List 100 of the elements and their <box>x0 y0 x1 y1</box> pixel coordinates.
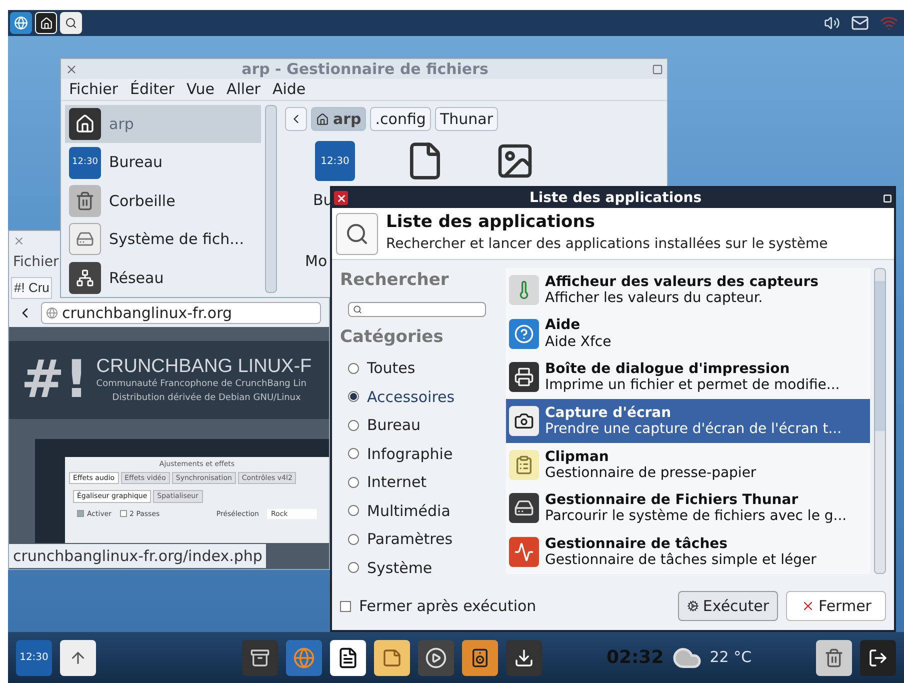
upload-icon[interactable] <box>60 640 96 676</box>
application-item[interactable]: Capture d'écran Prendre une capture d'écran de l'écran t... <box>506 399 870 443</box>
application-item[interactable]: Boîte de dialogue d'impression Imprime un fichier et permet de modifie... <box>506 355 870 400</box>
thermometer-icon <box>509 274 539 305</box>
sidebar-item[interactable]: Système de fich... <box>65 220 261 259</box>
menu-item[interactable]: Vue <box>186 78 214 101</box>
scrollbar[interactable] <box>265 105 277 293</box>
radio-button[interactable] <box>348 391 359 402</box>
document-icon[interactable] <box>330 640 366 676</box>
site-subline: Distribution dérivée de Debian GNU/Linux <box>111 392 302 405</box>
radio-button[interactable] <box>348 476 359 488</box>
path-button[interactable]: Thunar <box>434 107 498 131</box>
category-label[interactable]: Système <box>367 556 432 579</box>
section-label: Rechercher <box>340 269 450 292</box>
close-button[interactable]: Fermer <box>786 591 886 621</box>
home-icon[interactable] <box>35 12 57 34</box>
application-item[interactable]: Gestionnaire de Fichiers Thunar Parcourir le système de fichiers avec le g... <box>506 486 870 530</box>
home-icon <box>69 108 101 140</box>
category-label[interactable]: Accessoires <box>367 386 455 408</box>
scrollbar[interactable] <box>874 268 886 574</box>
sidebar-item[interactable]: Réseau <box>65 258 261 298</box>
fox-icon[interactable] <box>286 640 322 676</box>
menu-item[interactable]: Aller <box>226 78 260 101</box>
temperature: 22 °C <box>710 647 752 668</box>
search-icon[interactable] <box>60 12 82 34</box>
play-icon[interactable] <box>418 640 454 676</box>
status-text: crunchbanglinux-fr.org/index.php <box>9 544 266 568</box>
search-icon <box>353 304 362 314</box>
back-button[interactable] <box>285 107 307 131</box>
dialog-heading: Liste des applications <box>386 212 596 234</box>
section-label: Catégories <box>340 326 444 348</box>
close-icon[interactable] <box>65 62 78 76</box>
close-icon[interactable] <box>13 235 25 247</box>
category-label[interactable]: Infographie <box>367 442 453 465</box>
notes-icon[interactable] <box>374 640 410 676</box>
sidebar-item[interactable]: arp <box>65 105 261 144</box>
volume-icon[interactable] <box>824 15 840 31</box>
category-label[interactable]: Bureau <box>367 414 421 436</box>
mail-icon[interactable] <box>851 14 869 32</box>
help-icon <box>509 318 539 349</box>
home-icon <box>316 112 329 126</box>
category-label[interactable]: Toutes <box>367 357 416 380</box>
sidebar-item[interactable]: 12:30 Bureau <box>65 143 261 182</box>
gear-icon <box>686 600 699 612</box>
clipboard-icon <box>509 450 539 480</box>
network-icon <box>69 262 101 294</box>
trash-icon[interactable] <box>816 640 852 676</box>
clock-file-icon[interactable]: 12:30 <box>315 141 355 181</box>
dialog-subheading: Rechercher et lancer des applications installées sur le système <box>386 234 828 254</box>
file-label: Mo <box>304 250 328 272</box>
category-label[interactable]: Multimédia <box>367 500 450 522</box>
drive-icon <box>69 223 101 256</box>
radio-button[interactable] <box>348 562 359 574</box>
category-label[interactable]: Paramètres <box>367 528 453 550</box>
browser-tab[interactable]: #! Cru <box>11 277 52 299</box>
globe-icon[interactable] <box>10 12 32 34</box>
download-icon[interactable] <box>506 640 542 676</box>
menu-item[interactable]: Éditer <box>130 78 174 101</box>
checkbox-label[interactable]: Fermer après exécution <box>359 594 536 618</box>
menu-item[interactable]: Aide <box>272 78 306 101</box>
site-tagline: Communauté Francophone de CrunchBang Lin <box>96 378 308 392</box>
menu-item[interactable]: Fichier <box>13 252 59 272</box>
trash-icon <box>69 185 101 218</box>
logout-icon[interactable] <box>860 640 896 676</box>
application-item[interactable]: Clipman Gestionnaire de presse-papier <box>506 442 870 487</box>
camera-icon <box>509 406 539 436</box>
run-button[interactable]: Exécuter <box>678 591 778 621</box>
globe-icon <box>46 307 58 319</box>
clock-icon[interactable]: 12:30 <box>16 640 52 676</box>
drawer-icon[interactable] <box>242 640 278 676</box>
checkbox[interactable] <box>340 600 351 612</box>
drive-icon <box>509 493 539 524</box>
window-title: arp - Gestionnaire de fichiers <box>240 58 490 80</box>
embedded-checkbox[interactable] <box>77 510 84 518</box>
address-field[interactable]: crunchbanglinux-fr.org <box>41 302 321 324</box>
path-button[interactable]: arp <box>311 107 366 131</box>
close-icon <box>336 192 346 204</box>
category-label[interactable]: Internet <box>367 471 427 494</box>
embedded-checkbox[interactable] <box>120 510 127 518</box>
menu-item[interactable]: Fichier <box>69 78 118 101</box>
search-icon <box>336 212 378 254</box>
radio-button[interactable] <box>348 362 359 374</box>
close-button[interactable] <box>334 191 348 205</box>
radio-button[interactable] <box>348 505 359 516</box>
search-field[interactable] <box>348 302 486 316</box>
application-item[interactable]: Aide Aide Xfce <box>506 312 870 356</box>
window-title: Liste des applications <box>528 188 703 208</box>
clock-icon: 12:30 <box>69 146 101 179</box>
radio-button[interactable] <box>348 534 359 545</box>
radio-button[interactable] <box>348 420 359 431</box>
path-button[interactable]: .config <box>370 107 431 131</box>
application-item[interactable]: Afficheur des valeurs des capteurs Afficher les valeurs du capteur. <box>506 268 870 312</box>
sidebar-item[interactable]: Corbeille <box>65 182 261 220</box>
site-logo: #! <box>21 354 88 406</box>
site-heading: CRUNCHBANG LINUX-F <box>96 354 312 378</box>
printer-icon <box>509 362 539 392</box>
clock-time: 02:32 <box>606 646 664 670</box>
application-item[interactable]: Gestionnaire de tâches Gestionnaire de tâches simple et léger <box>506 530 870 574</box>
speaker-icon[interactable] <box>462 640 498 676</box>
radio-button[interactable] <box>348 448 359 460</box>
